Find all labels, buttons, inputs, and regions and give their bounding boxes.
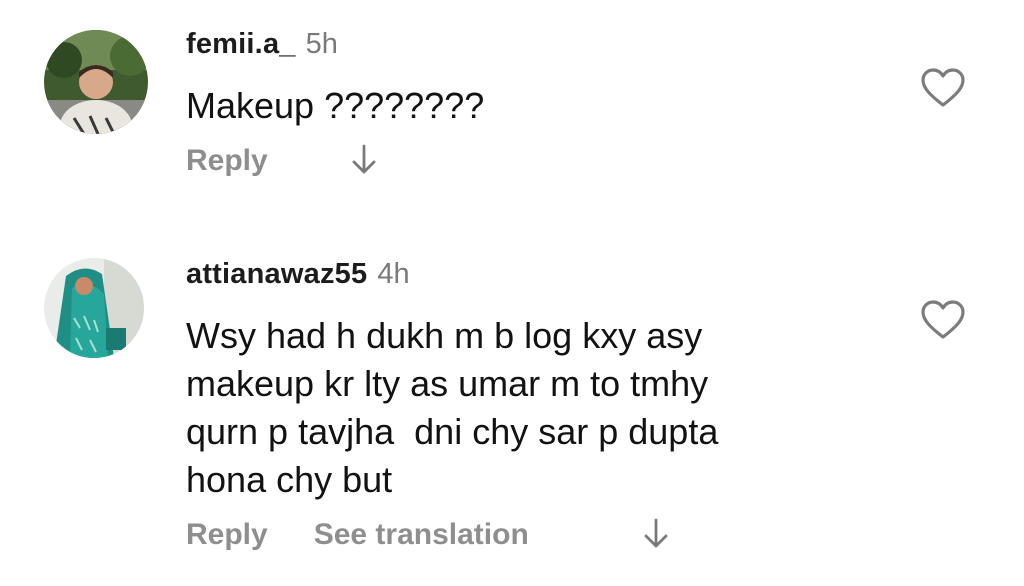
- profile-photo-icon: [44, 30, 148, 134]
- comment-header: attianawaz55 4h: [186, 260, 410, 289]
- comment-text: Makeup ????????: [186, 82, 826, 130]
- comment-actions: Reply: [186, 144, 376, 176]
- reply-button[interactable]: Reply: [186, 520, 268, 550]
- heart-outline-icon[interactable]: [920, 68, 966, 108]
- username[interactable]: attianawaz55: [186, 258, 367, 290]
- comment-text-line: Makeup ????????: [186, 85, 485, 126]
- heart-outline-icon[interactable]: [920, 300, 966, 340]
- comment-text-line: Wsy had h dukh m b log kxy asy: [186, 315, 703, 356]
- comment-item: attianawaz55 4h Wsy had h dukh m b log kx…: [0, 230, 1024, 586]
- arrow-down-icon[interactable]: [642, 516, 670, 552]
- comment-text-line: qurn p tavjha dni chy sar p dupta: [186, 411, 719, 452]
- comment-item: femii.a_ 5h Makeup ???????? Reply: [0, 0, 1024, 230]
- see-translation-button[interactable]: See translation: [314, 520, 529, 550]
- avatar[interactable]: [44, 30, 148, 134]
- username[interactable]: femii.a_: [186, 28, 296, 60]
- timestamp: 4h: [377, 258, 410, 290]
- arrow-down-icon[interactable]: [350, 142, 378, 178]
- comment-text: Wsy had h dukh m b log kxy asy makeup kr…: [186, 312, 826, 504]
- profile-photo-icon: [44, 258, 144, 358]
- comment-actions: Reply See translation: [186, 518, 668, 550]
- reply-button[interactable]: Reply: [186, 146, 268, 176]
- comment-text-line: hona chy but: [186, 459, 393, 500]
- comment-text-line: makeup kr lty as umar m to tmhy: [186, 363, 709, 404]
- comment-header: femii.a_ 5h: [186, 30, 338, 59]
- avatar[interactable]: [44, 258, 144, 358]
- timestamp: 5h: [305, 28, 338, 60]
